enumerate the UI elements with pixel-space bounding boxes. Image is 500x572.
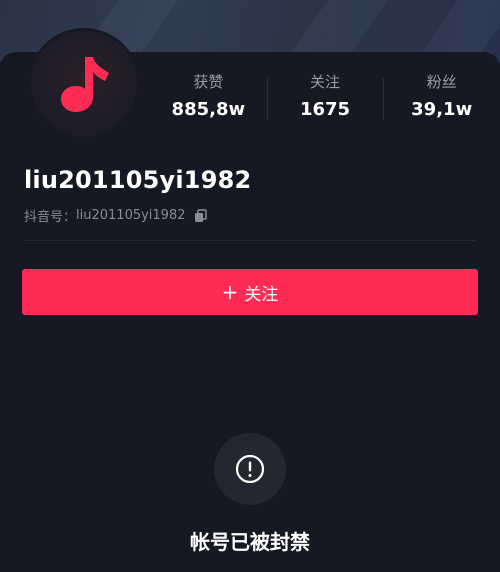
copy-icon[interactable] (194, 208, 208, 223)
divider (24, 240, 476, 241)
stat-following-label: 关注 (310, 73, 341, 91)
warning-badge (214, 433, 286, 505)
account-id-value: liu201105yi1982 (76, 208, 186, 223)
account-id-row: 抖音号： liu201105yi1982 (24, 206, 208, 225)
stats-bar: 获赞 885,8w 关注 1675 粉丝 39,1w (150, 72, 500, 128)
follow-button-label: 关注 (244, 284, 279, 305)
stat-following[interactable]: 关注 1675 (266, 72, 384, 128)
username: liu201105yi1982 (24, 166, 252, 194)
stat-followers-label: 粉丝 (426, 73, 457, 91)
music-note-icon (61, 57, 109, 112)
plus-icon: + (221, 280, 239, 304)
stat-followers[interactable]: 粉丝 39,1w (383, 72, 500, 128)
exclamation-circle-icon (235, 454, 265, 484)
avatar[interactable] (28, 28, 140, 140)
follow-button[interactable]: + 关注 (22, 269, 478, 315)
account-id-label: 抖音号： (24, 210, 77, 225)
stat-likes-value: 885,8w (171, 99, 246, 120)
stat-followers-value: 39,1w (411, 99, 473, 120)
banned-status-text: 帐号已被封禁 (190, 530, 310, 554)
stat-following-value: 1675 (299, 99, 351, 120)
stat-likes-label: 获赞 (193, 73, 224, 91)
stat-likes[interactable]: 获赞 885,8w (150, 72, 267, 128)
